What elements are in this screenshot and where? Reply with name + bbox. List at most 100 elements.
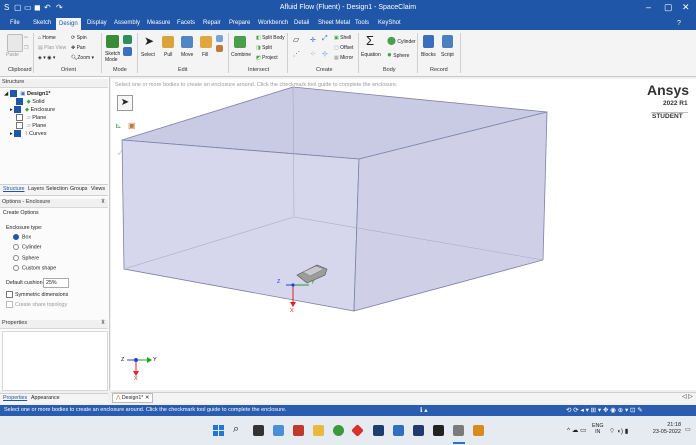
shell-button[interactable]: ▣ Shell	[334, 35, 351, 41]
tree-item-curves[interactable]: ▸ ⌇ Curves	[10, 130, 46, 137]
fill-icon[interactable]	[200, 36, 212, 48]
pin-icon[interactable]: ⊼	[101, 320, 105, 326]
script-label[interactable]: Script	[441, 52, 454, 58]
language-indicator[interactable]: ENG IN	[592, 423, 603, 435]
ps-app-icon[interactable]	[413, 425, 424, 436]
blocks-label[interactable]: Blocks	[421, 52, 436, 58]
menu-prepare[interactable]: Prepare	[229, 20, 250, 26]
menu-keyshot[interactable]: KeyShot	[378, 20, 401, 26]
tree-item-design[interactable]: ◢ ▣ Design1*	[4, 90, 51, 97]
menu-detail[interactable]: Detail	[294, 20, 309, 26]
cut-icon[interactable]: ✂	[24, 35, 28, 41]
pan-button[interactable]: ✥ Pan	[71, 45, 86, 51]
network-sound-battery-icons[interactable]: ⌔ ◖) ▮	[609, 426, 628, 435]
tab-selection[interactable]: Selection	[46, 186, 68, 192]
maximize-icon[interactable]: ▢	[664, 2, 673, 13]
tree-item-solid[interactable]: ◆ Solid	[16, 98, 45, 105]
close-tab-icon[interactable]: ✕	[145, 395, 149, 401]
combine-label[interactable]: Combine	[231, 52, 251, 58]
expand-icon[interactable]: ◢	[4, 91, 8, 97]
3d-viewport[interactable]: Select one or more bodies to create an e…	[111, 79, 696, 390]
visibility-checkbox[interactable]	[14, 106, 22, 113]
visibility-checkbox[interactable]	[9, 90, 17, 97]
tree-item-enclosure[interactable]: ▸ ◆ Enclosure	[10, 106, 55, 113]
enclosure-type-custom[interactable]: Custom shape	[13, 265, 56, 271]
split-button[interactable]: ◨ Split	[256, 45, 272, 51]
pin-icon[interactable]: ⊼	[101, 199, 105, 205]
section-mode-icon[interactable]	[123, 35, 132, 44]
menu-measure[interactable]: Measure	[147, 20, 170, 26]
edit-extra-icon[interactable]	[216, 35, 223, 42]
point-icon[interactable]: ⁘	[310, 50, 316, 58]
tab-appearance[interactable]: Appearance	[31, 395, 60, 401]
visibility-checkbox[interactable]	[16, 122, 23, 129]
symmetric-checkbox[interactable]	[6, 291, 13, 298]
menu-sheet-metal[interactable]: Sheet Metal	[318, 20, 350, 26]
tree-item-plane[interactable]: ▱ Plane	[16, 114, 46, 121]
menu-display[interactable]: Display	[87, 20, 107, 26]
share-topology-checkbox[interactable]	[6, 301, 13, 308]
spaceclaim-app-icon[interactable]	[473, 425, 484, 436]
tab-groups[interactable]: Groups	[70, 186, 87, 192]
script-icon[interactable]	[442, 35, 453, 48]
workbench-app-icon[interactable]	[433, 425, 444, 436]
sketch-mode-icon[interactable]	[106, 35, 119, 48]
lr-app-icon[interactable]	[393, 425, 404, 436]
symmetric-dimensions-option[interactable]: Symmetric dimensions	[6, 291, 68, 298]
pull-label[interactable]: Pull	[164, 52, 172, 58]
expand-icon[interactable]: ▸	[10, 131, 13, 137]
radio-button[interactable]	[13, 234, 19, 240]
store-icon[interactable]	[373, 425, 384, 436]
tab-scroll-icon[interactable]: ◁ ▷	[682, 393, 693, 400]
enclosure-type-sphere[interactable]: Sphere	[13, 255, 39, 261]
menu-design[interactable]: Design	[56, 18, 81, 30]
start-button[interactable]	[213, 425, 224, 436]
paste-icon[interactable]	[7, 34, 23, 52]
origin-icon[interactable]: ⊹	[322, 50, 328, 58]
radio-button[interactable]	[13, 244, 19, 250]
status-tool-icons[interactable]: ⟲ ⟳ ◂ ▾ ⊞ ▾ ✥ ◉ ⊕ ▾ ⊡ ✎	[566, 406, 643, 414]
menu-workbench[interactable]: Workbench	[258, 20, 288, 26]
plan-view-button[interactable]: ▤ Plan View	[38, 45, 66, 51]
edit-extra-icon-2[interactable]	[216, 45, 223, 52]
tab-properties[interactable]: Properties	[3, 395, 27, 401]
project-button[interactable]: ◩ Project	[256, 55, 278, 61]
default-cushion-input[interactable]: 25%	[43, 278, 69, 288]
pull-icon[interactable]	[162, 36, 174, 48]
file-explorer-icon[interactable]	[313, 425, 324, 436]
split-body-button[interactable]: ◧ Split Body	[256, 35, 285, 41]
widgets-icon[interactable]	[273, 425, 284, 436]
mcafee-icon[interactable]	[293, 425, 304, 436]
visibility-checkbox[interactable]	[16, 98, 23, 105]
menu-tools[interactable]: Tools	[355, 20, 369, 26]
move-label[interactable]: Move	[181, 52, 193, 58]
notepad-app-icon[interactable]	[453, 425, 464, 436]
minimize-icon[interactable]: –	[646, 2, 651, 12]
notification-icon[interactable]: ▭	[685, 426, 691, 433]
copy-icon[interactable]: ❐	[24, 45, 28, 51]
mirror-button[interactable]: ▦ Mirror	[334, 55, 353, 61]
tab-layers[interactable]: Layers	[28, 186, 44, 192]
tree-item-plane[interactable]: ▱ Plane	[16, 122, 46, 129]
document-tab[interactable]: ⋀ Design1* ✕	[112, 393, 154, 403]
equation-icon[interactable]: Σ	[366, 33, 374, 48]
tab-views[interactable]: Views	[91, 186, 105, 192]
spin-button[interactable]: ⟳ Spin	[71, 35, 87, 41]
fill-label[interactable]: Fill	[202, 52, 208, 58]
close-icon[interactable]: ✕	[682, 2, 690, 13]
axis-icon[interactable]: ⤢	[322, 35, 328, 43]
blocks-icon[interactable]	[423, 35, 434, 48]
chrome-icon[interactable]	[333, 425, 344, 436]
share-topology-option[interactable]: Create share topology	[6, 301, 67, 308]
menu-file[interactable]: File	[10, 20, 20, 26]
help-icon[interactable]: ?	[677, 20, 681, 27]
rectangle-icon[interactable]: ▱	[293, 35, 299, 44]
home-button[interactable]: ⌂ Home	[38, 35, 56, 41]
expand-icon[interactable]: ▸	[10, 107, 13, 113]
tab-structure[interactable]: Structure	[3, 186, 25, 192]
visibility-checkbox[interactable]	[16, 114, 23, 121]
menu-sketch[interactable]: Sketch	[33, 20, 51, 26]
enclosure-type-cylinder[interactable]: Cylinder	[13, 244, 41, 250]
radio-button[interactable]	[13, 265, 19, 271]
visibility-checkbox[interactable]	[14, 130, 22, 137]
